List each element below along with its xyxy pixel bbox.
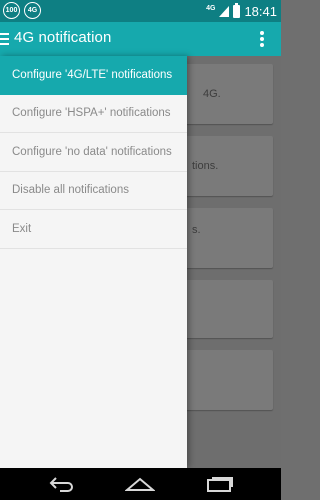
background-card-text: tions.	[192, 160, 219, 172]
drawer-item-configure-hspa[interactable]: Configure 'HSPA+' notifications	[0, 95, 187, 133]
drawer-item-exit[interactable]: Exit	[0, 210, 187, 249]
home-icon[interactable]	[110, 468, 170, 500]
status-bar: 100 4G 4G 18:41	[0, 0, 281, 22]
hamburger-icon[interactable]	[0, 33, 9, 45]
background-card-text: 4G.	[203, 88, 221, 100]
background-card-text: s.	[192, 224, 201, 236]
navigation-drawer: Configure '4G/LTE' notifications Configu…	[0, 56, 187, 468]
recents-icon[interactable]	[190, 468, 250, 500]
notification-icon-4g: 4G	[24, 2, 41, 19]
notification-icon-100: 100	[3, 2, 20, 19]
drawer-item-label: Disable all notifications	[12, 184, 129, 197]
system-nav-bar	[0, 468, 281, 500]
overflow-menu-icon[interactable]	[260, 31, 264, 47]
status-time: 18:41	[244, 3, 277, 19]
signal-icon	[219, 5, 230, 17]
drawer-item-label: Configure 'no data' notifications	[12, 145, 172, 158]
status-system-icons: 4G 18:41	[206, 0, 277, 22]
drawer-item-configure-no-data[interactable]: Configure 'no data' notifications	[0, 133, 187, 172]
drawer-item-label: Exit	[12, 222, 32, 235]
drawer-item-configure-4g-lte[interactable]: Configure '4G/LTE' notifications	[0, 56, 187, 95]
battery-icon	[233, 2, 241, 18]
app-title[interactable]: 4G notification	[14, 29, 111, 46]
network-type-label: 4G	[206, 4, 216, 12]
drawer-item-label: Configure 'HSPA+' notifications	[12, 107, 171, 120]
status-notification-icons: 100 4G	[3, 2, 41, 19]
drawer-item-disable-all[interactable]: Disable all notifications	[0, 172, 187, 210]
action-bar: 4G notification	[0, 22, 281, 56]
drawer-item-label: Configure '4G/LTE' notifications	[12, 68, 173, 81]
back-icon[interactable]	[32, 468, 92, 500]
